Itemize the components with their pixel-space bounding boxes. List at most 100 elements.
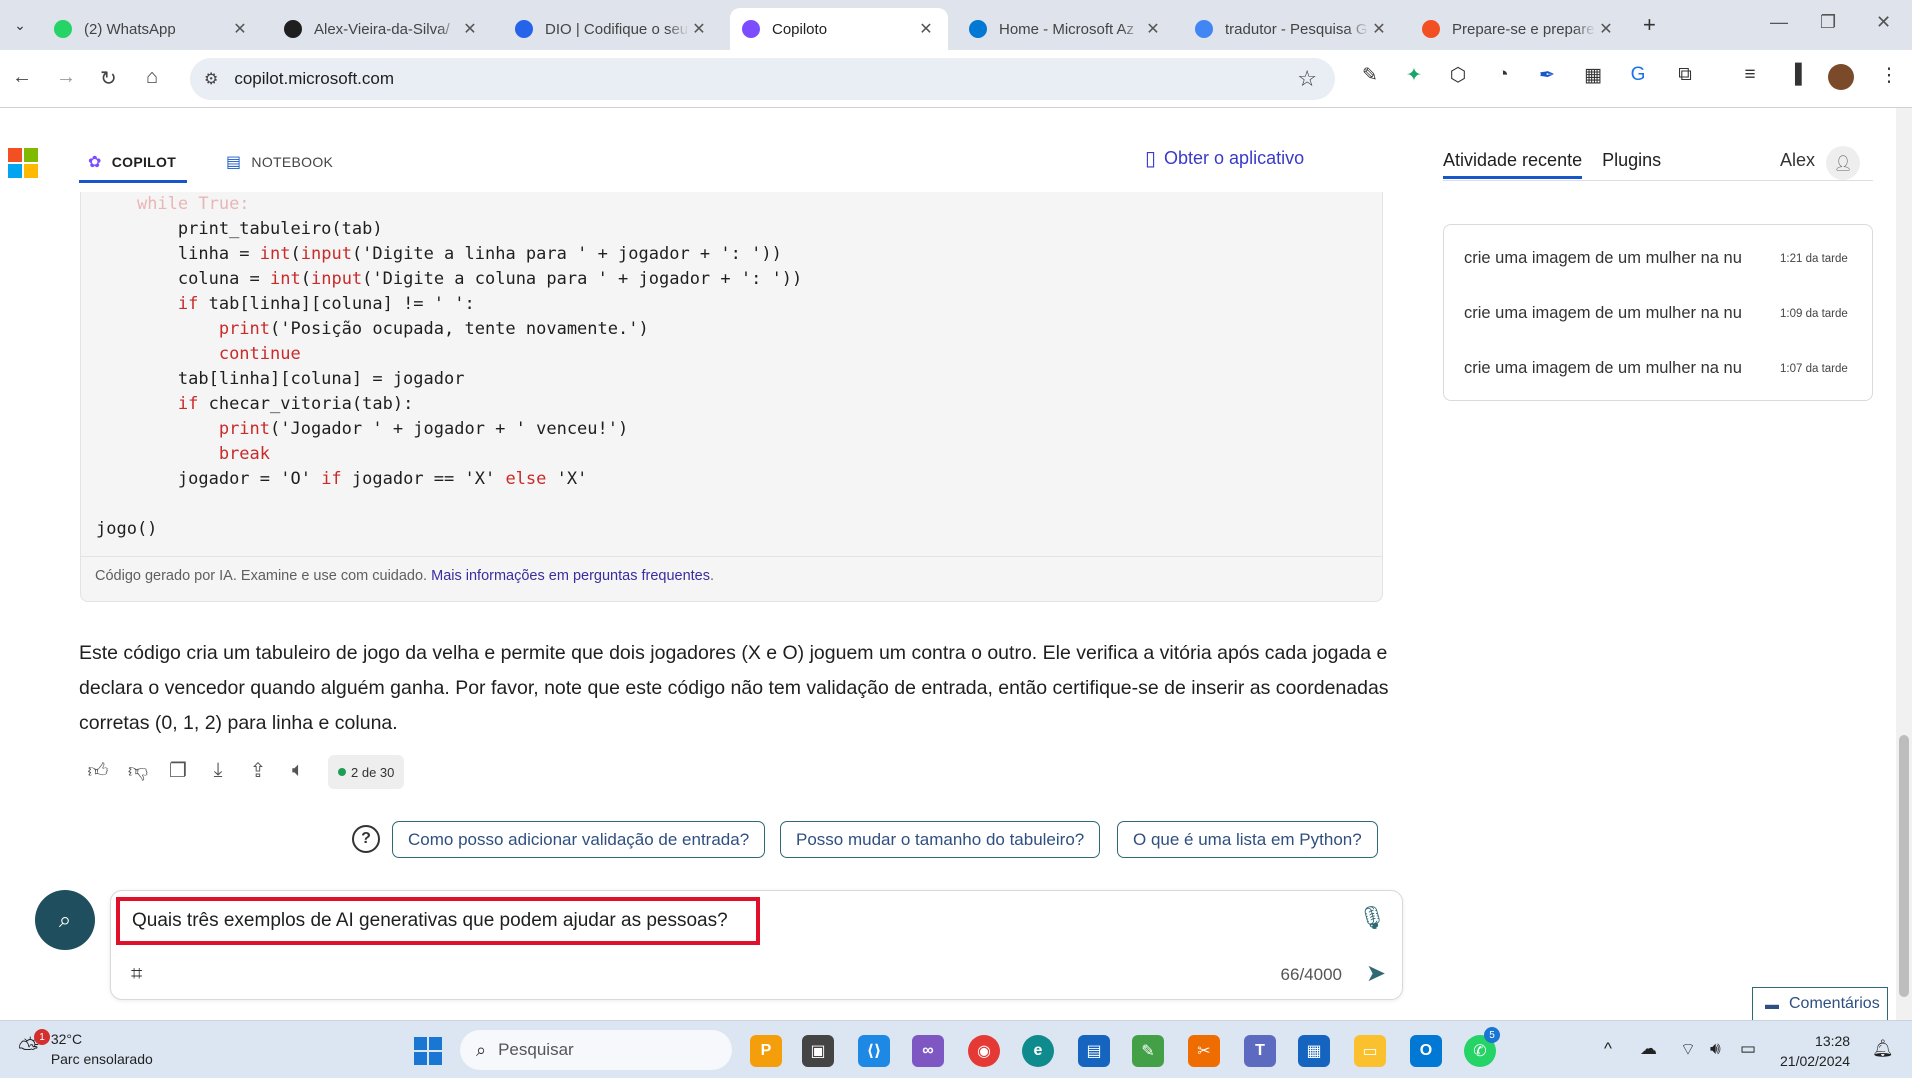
browser-tab[interactable]: Alex-Vieira-da-Silva/ ✕	[272, 8, 492, 50]
close-tab-icon[interactable]: ✕	[916, 19, 936, 39]
tab-search-chevron-icon[interactable]: ⌄	[6, 10, 34, 40]
code-token: if	[321, 469, 342, 489]
chat-input-box[interactable]: Quais três exemplos de AI generativas qu…	[110, 890, 1403, 1000]
close-tab-icon[interactable]: ✕	[1596, 19, 1616, 39]
close-tab-icon[interactable]: ✕	[1143, 19, 1163, 39]
eyedropper-extension-icon[interactable]: ✎	[1357, 64, 1383, 90]
pen-extension-icon[interactable]: ✒	[1534, 64, 1560, 90]
visual-studio-icon[interactable]: ∞	[912, 1035, 944, 1067]
image-input-icon[interactable]: ⌗	[131, 963, 142, 986]
recent-item[interactable]: crie uma imagem de um mulher na nu 1:21 …	[1464, 249, 1864, 268]
read-aloud-icon[interactable]: 🔈︎	[287, 759, 309, 782]
restore-button[interactable]: ❐	[1820, 12, 1836, 33]
browser-tab[interactable]: Prepare-se e prepare ✕	[1410, 8, 1628, 50]
extensions-puzzle-icon[interactable]: ⧉	[1672, 64, 1698, 90]
taskbar-search[interactable]: ⌕ Pesquisar	[460, 1030, 732, 1070]
weather-widget[interactable]: ⛅︎ 1 32°C Parc ensolarado	[18, 1029, 153, 1069]
system-clock[interactable]: 13:28 21/02/2024	[1780, 1031, 1850, 1071]
close-tab-icon[interactable]: ✕	[460, 19, 480, 39]
store-icon[interactable]: ▦	[1298, 1035, 1330, 1067]
reload-button[interactable]: ↻	[100, 66, 117, 91]
browser-tab[interactable]: (2) WhatsApp ✕	[42, 8, 262, 50]
browser-tab[interactable]: Copiloto ✕	[730, 8, 948, 50]
tab-recent-activity[interactable]: Atividade recente	[1443, 150, 1583, 179]
send-icon[interactable]: ➤	[1366, 959, 1386, 988]
tab-copilot-label: COPILOT	[111, 154, 177, 170]
browser-tab[interactable]: tradutor - Pesquisa G ✕	[1183, 8, 1401, 50]
copilot-preview-icon[interactable]: P	[750, 1035, 782, 1067]
code-token: ('Digite a linha para ' + jogador + ': '…	[351, 244, 782, 264]
scrollbar-thumb[interactable]	[1899, 735, 1909, 997]
back-button[interactable]: ←	[12, 66, 32, 89]
tab-plugins[interactable]: Plugins	[1602, 150, 1661, 179]
browser-tab[interactable]: DIO | Codifique o seu ✕	[503, 8, 721, 50]
close-window-button[interactable]: ✕	[1876, 12, 1891, 33]
tab-notebook-label: NOTEBOOK	[251, 154, 334, 170]
microsoft-logo[interactable]	[8, 148, 38, 178]
translate-extension-icon[interactable]: G	[1625, 64, 1651, 90]
task-view-icon[interactable]: ▣	[802, 1035, 834, 1067]
onedrive-icon[interactable]: ☁	[1640, 1039, 1657, 1059]
paint-icon[interactable]: ✎	[1132, 1035, 1164, 1067]
edge-icon[interactable]: e	[1022, 1035, 1054, 1067]
browser-menu-icon[interactable]: ⋮	[1876, 64, 1902, 90]
code-token: (	[290, 244, 301, 264]
turn-counter-text: 2 de 30	[351, 764, 395, 780]
notepad-icon[interactable]: ▤	[1078, 1035, 1110, 1067]
tab-copilot[interactable]: ✿ COPILOT	[88, 140, 176, 184]
file-explorer-icon[interactable]: ▭	[1354, 1035, 1386, 1067]
suggestion-chip-3[interactable]: O que é uma lista em Python?	[1117, 821, 1378, 858]
copy-icon[interactable]: ❐	[167, 758, 189, 783]
download-icon[interactable]: ⤓	[207, 759, 229, 782]
forward-button[interactable]: →	[56, 66, 76, 89]
thumbs-up-icon[interactable]: 👍︎	[87, 759, 109, 783]
bookmark-star-icon[interactable]: ☆	[1297, 66, 1317, 92]
side-panel-icon[interactable]: ▐	[1782, 64, 1808, 90]
volume-icon[interactable]: 🔊︎	[1710, 1039, 1721, 1059]
user-name[interactable]: Alex	[1780, 150, 1815, 171]
media-control-icon[interactable]: ≡	[1737, 64, 1763, 90]
home-button[interactable]: ⌂	[146, 66, 158, 89]
start-button[interactable]	[414, 1037, 442, 1065]
snipping-tool-icon[interactable]: ✂	[1188, 1035, 1220, 1067]
user-icon[interactable]: 👤︎	[1826, 146, 1860, 180]
minimize-button[interactable]: —	[1770, 12, 1788, 33]
wifi-icon[interactable]: ⌔	[1680, 1039, 1696, 1060]
recent-item[interactable]: crie uma imagem de um mulher na nu 1:07 …	[1464, 359, 1864, 378]
browser-tab-title: Home - Microsoft Az	[999, 20, 1135, 38]
code-content: while True: print_tabuleiro(tab) linha =…	[96, 192, 802, 542]
qr-extension-icon[interactable]: ▦	[1580, 64, 1606, 90]
suggestion-chip-1[interactable]: Como posso adicionar validação de entrad…	[392, 821, 766, 858]
close-tab-icon[interactable]: ✕	[230, 19, 250, 39]
tab-notebook[interactable]: ▤ NOTEBOOK	[226, 140, 333, 184]
close-tab-icon[interactable]: ✕	[1369, 19, 1389, 39]
thumbs-down-icon[interactable]: 👎︎	[127, 759, 149, 783]
recent-item[interactable]: crie uma imagem de um mulher na nu 1:09 …	[1464, 304, 1864, 323]
cube-extension-icon[interactable]: ⬡	[1445, 64, 1471, 90]
feedback-button[interactable]: ▬ Comentários	[1752, 987, 1888, 1021]
new-topic-button[interactable]: ⌕	[35, 890, 95, 950]
battery-icon[interactable]: ▭	[1740, 1039, 1756, 1059]
browser-tab[interactable]: Home - Microsoft Az ✕	[957, 8, 1175, 50]
vscode-icon[interactable]: ⟨⟩	[858, 1035, 890, 1067]
chrome-icon[interactable]: ◉	[968, 1035, 1000, 1067]
chat-input-field[interactable]: Quais três exemplos de AI generativas qu…	[116, 897, 760, 945]
share-icon[interactable]: ⇪	[247, 758, 269, 783]
tray-overflow-icon[interactable]: ^	[1604, 1039, 1612, 1059]
profile-avatar[interactable]	[1828, 64, 1854, 90]
new-topic-icon: ⌕	[58, 907, 72, 932]
get-app-link[interactable]: ▯ Obter o aplicativo	[1145, 146, 1304, 171]
teams-icon[interactable]: T	[1244, 1035, 1276, 1067]
faq-link[interactable]: Mais informações em perguntas frequentes	[431, 568, 710, 584]
speed-extension-icon[interactable]: ◔	[1490, 64, 1516, 90]
suggestion-chip-2[interactable]: Posso mudar o tamanho do tabuleiro?	[780, 821, 1101, 858]
microphone-icon[interactable]: 🎙︎	[1358, 905, 1386, 931]
site-info-icon[interactable]: ⚙	[204, 69, 218, 89]
close-tab-icon[interactable]: ✕	[689, 19, 709, 39]
code-token: (	[300, 269, 311, 289]
address-bar[interactable]: ⚙ copilot.microsoft.com ☆	[190, 58, 1335, 100]
outlook-icon[interactable]: O	[1410, 1035, 1442, 1067]
new-tab-button[interactable]: +	[1643, 12, 1656, 38]
notification-icon[interactable]: 🔔︎	[1872, 1039, 1894, 1059]
extension-green-icon[interactable]: ✦	[1401, 64, 1427, 90]
